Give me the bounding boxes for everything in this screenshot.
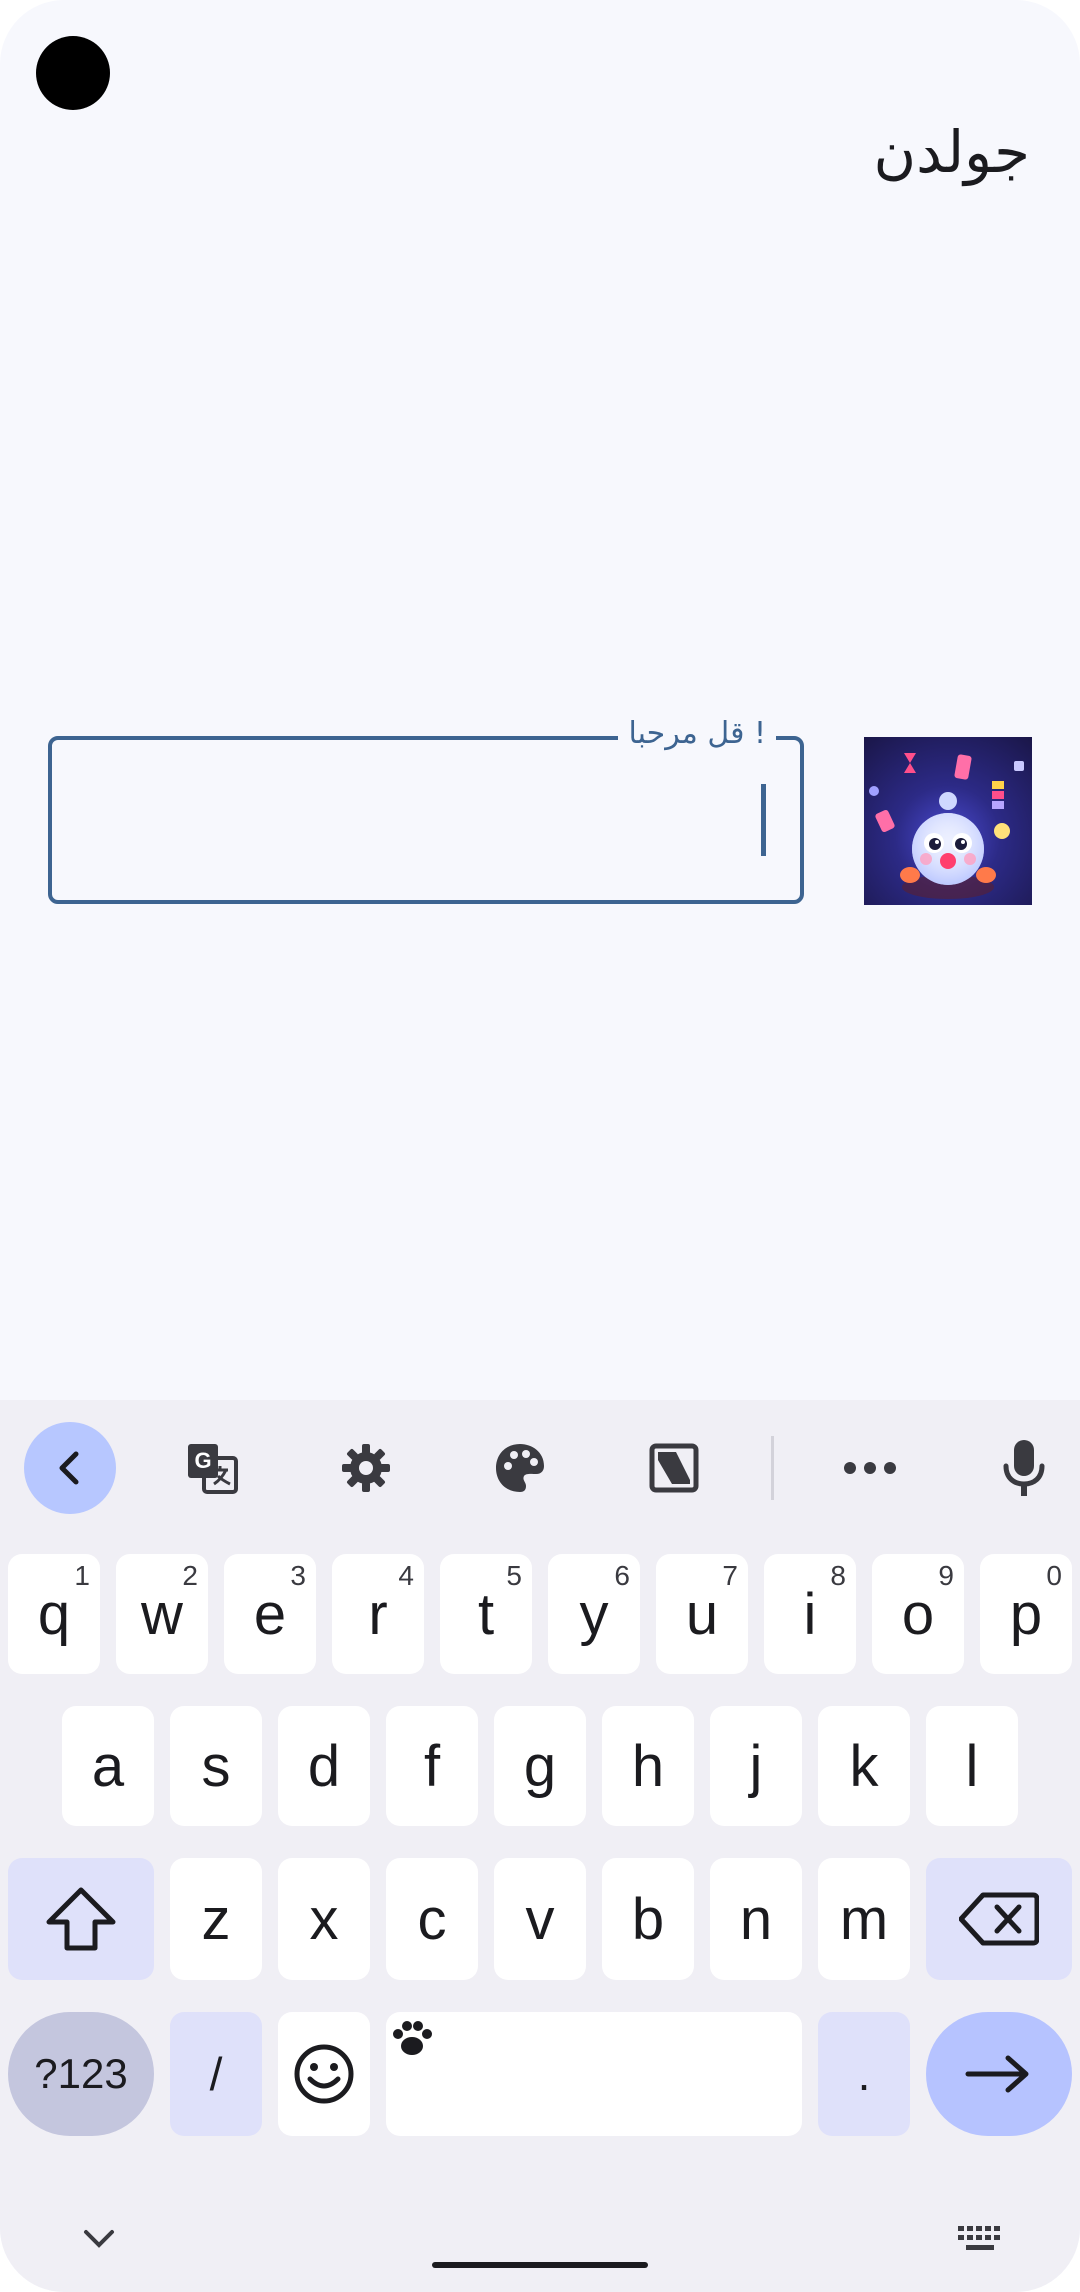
enter-key[interactable] bbox=[926, 2012, 1072, 2136]
slash-key[interactable]: / bbox=[170, 2012, 262, 2136]
key-label: e bbox=[253, 1581, 287, 1647]
character-image bbox=[864, 737, 1032, 905]
message-input-label: ! قل مرحبا bbox=[618, 714, 776, 754]
key-i[interactable]: i8 bbox=[764, 1554, 856, 1674]
key-w[interactable]: w2 bbox=[116, 1554, 208, 1674]
key-hint: 6 bbox=[614, 1560, 630, 1591]
key-label: t bbox=[477, 1581, 495, 1647]
arrow-right-icon bbox=[965, 2055, 1029, 2093]
key-hint: 2 bbox=[182, 1560, 198, 1591]
key-label: u bbox=[685, 1581, 719, 1647]
key-h[interactable]: h bbox=[602, 1706, 694, 1826]
key-z[interactable]: z bbox=[170, 1858, 262, 1980]
text-cursor bbox=[761, 784, 766, 856]
key-hint: 5 bbox=[506, 1560, 522, 1591]
home-indicator[interactable] bbox=[432, 2262, 648, 2268]
shift-arrow-icon bbox=[46, 1887, 116, 1951]
backspace-icon bbox=[959, 1892, 1039, 1946]
key-g[interactable]: g bbox=[494, 1706, 586, 1826]
key-hint: 4 bbox=[398, 1560, 414, 1591]
key-label: q bbox=[37, 1581, 71, 1647]
keyboard-toolbar: G bbox=[0, 1400, 1080, 1534]
svg-text:G: G bbox=[194, 1448, 211, 1473]
shift-key[interactable] bbox=[8, 1858, 154, 1980]
floating-keyboard-icon[interactable] bbox=[628, 1422, 720, 1514]
key-label: y bbox=[579, 1581, 609, 1647]
key-q[interactable]: q1 bbox=[8, 1554, 100, 1674]
palette-icon[interactable] bbox=[474, 1422, 566, 1514]
back-chevron-icon[interactable] bbox=[24, 1422, 116, 1514]
key-m[interactable]: m bbox=[818, 1858, 910, 1980]
keyboard-bottom-bar bbox=[0, 2180, 1080, 2292]
key-label: i bbox=[803, 1581, 817, 1647]
key-e[interactable]: e3 bbox=[224, 1554, 316, 1674]
translate-icon[interactable]: G bbox=[166, 1422, 258, 1514]
app-screen: جولدن ! قل مرحبا G q 1 w 2 e 3 r 4 t 5 y… bbox=[0, 0, 1080, 2292]
key-d[interactable]: d bbox=[278, 1706, 370, 1826]
key-f[interactable]: f bbox=[386, 1706, 478, 1826]
space-key[interactable] bbox=[386, 2012, 802, 2136]
paw-icon bbox=[393, 2021, 432, 2055]
key-label: w bbox=[141, 1581, 183, 1647]
key-o[interactable]: o9 bbox=[872, 1554, 964, 1674]
key-b[interactable]: b bbox=[602, 1858, 694, 1980]
key-hint: 8 bbox=[830, 1560, 846, 1591]
key-hint: 3 bbox=[290, 1560, 306, 1591]
microphone-icon[interactable] bbox=[978, 1422, 1070, 1514]
key-c[interactable]: c bbox=[386, 1858, 478, 1980]
key-k[interactable]: k bbox=[818, 1706, 910, 1826]
settings-gear-icon[interactable] bbox=[320, 1422, 412, 1514]
key-hint: 9 bbox=[938, 1560, 954, 1591]
period-key[interactable]: . bbox=[818, 2012, 910, 2136]
key-hint: 1 bbox=[74, 1560, 90, 1591]
key-u[interactable]: u7 bbox=[656, 1554, 748, 1674]
key-hint: 7 bbox=[722, 1560, 738, 1591]
key-label: p bbox=[1009, 1581, 1043, 1647]
key-hint: 0 bbox=[1046, 1560, 1062, 1591]
emoji-icon bbox=[294, 2044, 354, 2104]
key-s[interactable]: s bbox=[170, 1706, 262, 1826]
message-input[interactable]: ! قل مرحبا bbox=[48, 714, 804, 904]
message-input-outline bbox=[48, 736, 804, 904]
more-dots-icon[interactable] bbox=[824, 1422, 916, 1514]
symbols-key[interactable]: ?123 bbox=[8, 2012, 154, 2136]
key-j[interactable]: j bbox=[710, 1706, 802, 1826]
key-v[interactable]: v bbox=[494, 1858, 586, 1980]
backspace-key[interactable] bbox=[926, 1858, 1072, 1980]
key-label: o bbox=[901, 1581, 935, 1647]
key-n[interactable]: n bbox=[710, 1858, 802, 1980]
switch-keyboard-icon[interactable] bbox=[956, 2224, 1006, 2254]
key-l[interactable]: l bbox=[926, 1706, 1018, 1826]
hide-keyboard-chevron-icon[interactable] bbox=[82, 2228, 116, 2250]
key-t[interactable]: t5 bbox=[440, 1554, 532, 1674]
camera-cutout bbox=[36, 36, 110, 110]
key-y[interactable]: y6 bbox=[548, 1554, 640, 1674]
toolbar-divider bbox=[771, 1436, 774, 1500]
page-title: جولدن bbox=[873, 118, 1030, 186]
key-a[interactable]: a bbox=[62, 1706, 154, 1826]
emoji-key[interactable] bbox=[278, 2012, 370, 2136]
key-label: r bbox=[368, 1581, 388, 1647]
on-screen-keyboard: G q 1 w 2 e 3 r 4 t 5 y 6 u 7 i 8 o 9 p … bbox=[0, 1400, 1080, 2292]
key-p[interactable]: p0 bbox=[980, 1554, 1072, 1674]
key-r[interactable]: r4 bbox=[332, 1554, 424, 1674]
key-x[interactable]: x bbox=[278, 1858, 370, 1980]
